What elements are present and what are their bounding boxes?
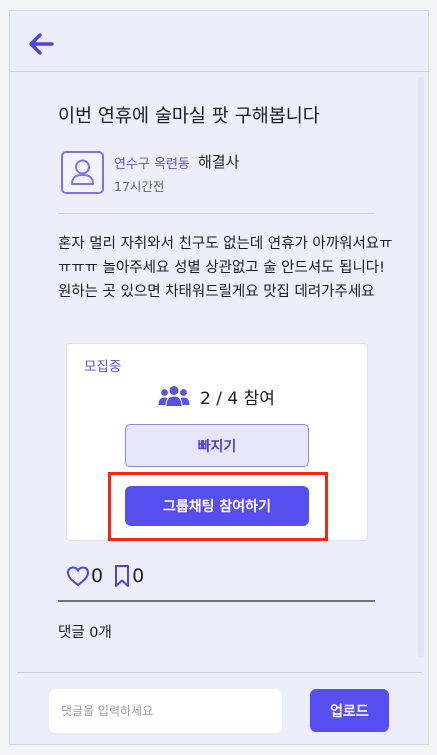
group-icon — [158, 386, 190, 406]
post-body: 혼자 멀리 자취와서 친구도 없는데 연휴가 아까워서요ㅠㅠㅠㅠ 놀아주세요 성… — [58, 236, 393, 300]
top-bar — [10, 11, 430, 72]
leave-button[interactable]: 빠지기 — [125, 424, 309, 467]
like-count: 0 — [91, 565, 104, 587]
author-name: 해결사 — [198, 153, 240, 171]
join-group-chat-button[interactable]: 그룹채팅 참여하기 — [125, 486, 309, 526]
author-location: 연수구 옥련동 — [114, 157, 190, 172]
divider — [58, 213, 375, 214]
status-badge: 모집중 — [84, 359, 122, 375]
recruit-card: 모집중 2 / 4 참여 빠지기 그룹채팅 참여하기 — [66, 343, 368, 541]
app-frame: 이번 연휴에 술마실 팟 구해봅니다 연수구 옥련동 해결사 17시간전 혼자 … — [9, 10, 430, 745]
divider — [17, 672, 422, 673]
avatar — [61, 151, 104, 194]
participant-count: 2 / 4 참여 — [200, 389, 275, 409]
scrollbar-track[interactable] — [418, 77, 424, 657]
heart-icon[interactable] — [66, 565, 90, 587]
bookmark-icon[interactable] — [113, 564, 131, 588]
user-icon — [71, 159, 94, 185]
divider — [58, 600, 375, 602]
comment-count: 댓글 0개 — [58, 625, 112, 641]
upload-button[interactable]: 업로드 — [310, 689, 389, 732]
arrow-left-icon — [29, 33, 54, 55]
post-title: 이번 연휴에 술마실 팟 구해봅니다 — [58, 106, 320, 127]
comment-input[interactable] — [49, 689, 282, 733]
bookmark-count: 0 — [132, 565, 145, 587]
reaction-bar: 0 0 — [66, 563, 154, 589]
post-time: 17시간전 — [114, 179, 165, 194]
back-button[interactable] — [26, 31, 56, 57]
